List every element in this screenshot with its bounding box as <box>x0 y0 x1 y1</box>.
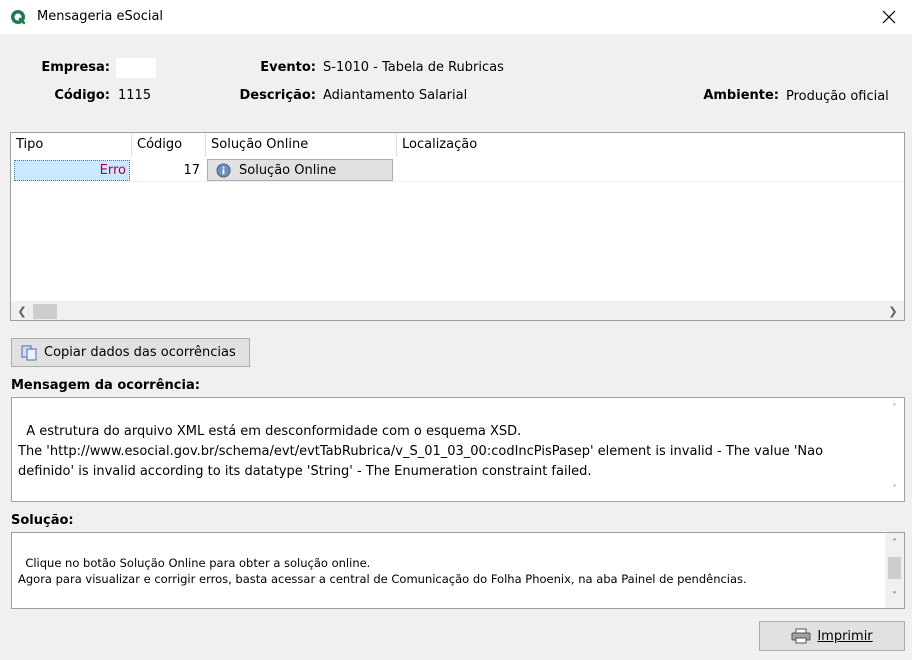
scroll-right-icon[interactable]: ❯ <box>885 304 901 319</box>
window-title: Mensageria eSocial <box>37 9 164 24</box>
print-button-label: Imprimir <box>817 628 873 644</box>
scroll-up-icon[interactable]: ˄ <box>888 537 901 551</box>
scroll-up-icon[interactable]: ˄ <box>888 402 901 416</box>
cell-tipo[interactable]: Erro <box>14 160 130 181</box>
copy-button-label: Copiar dados das ocorrências <box>44 345 236 360</box>
ambiente-value: Produção oficial <box>786 89 889 104</box>
empresa-label: Empresa: <box>41 60 110 75</box>
evento-label: Evento: <box>260 60 316 75</box>
copy-icon <box>21 345 37 360</box>
copy-occurrences-button[interactable]: Copiar dados das ocorrências <box>11 338 250 367</box>
column-header-codigo[interactable]: Código <box>132 133 206 157</box>
close-icon <box>882 10 896 24</box>
title-bar: Mensageria eSocial <box>0 0 912 34</box>
column-header-localizacao[interactable]: Localização <box>397 133 904 157</box>
evento-value: S-1010 - Tabela de Rubricas <box>323 60 504 75</box>
ambiente-label: Ambiente: <box>703 88 779 103</box>
mensagem-vertical-scrollbar[interactable]: ˄ ˅ <box>885 398 904 501</box>
info-icon <box>216 162 231 178</box>
descricao-value: Adiantamento Salarial <box>323 88 468 103</box>
scroll-thumb[interactable] <box>888 557 901 579</box>
occurrences-grid[interactable]: Tipo Código Solução Online Localização E… <box>10 132 905 321</box>
column-header-tipo[interactable]: Tipo <box>11 133 132 157</box>
cell-codigo[interactable]: 17 <box>132 160 204 181</box>
solucao-online-button-label: Solução Online <box>239 162 337 178</box>
print-button[interactable]: Imprimir <box>759 621 905 651</box>
grid-header: Tipo Código Solução Online Localização <box>11 133 904 157</box>
scroll-thumb[interactable] <box>33 304 57 319</box>
scroll-left-icon[interactable]: ❮ <box>14 304 30 319</box>
mensagem-label: Mensagem da ocorrência: <box>11 378 200 393</box>
scroll-down-icon[interactable]: ˅ <box>888 483 901 497</box>
mensagem-text: A estrutura do arquivo XML está em desco… <box>18 424 824 479</box>
esocial-app-icon <box>11 10 26 25</box>
printer-icon <box>791 628 811 644</box>
codigo-value: 1115 <box>118 88 152 103</box>
solucao-online-button[interactable]: Solução Online <box>207 159 393 181</box>
solucao-vertical-scrollbar[interactable]: ˄ ˅ <box>885 533 904 608</box>
empresa-value <box>116 58 156 78</box>
scroll-down-icon[interactable]: ˅ <box>888 590 901 604</box>
column-header-solucao-online[interactable]: Solução Online <box>206 133 397 157</box>
mensagem-textarea[interactable]: A estrutura do arquivo XML está em desco… <box>11 397 905 502</box>
descricao-label: Descrição: <box>239 88 316 103</box>
close-button[interactable] <box>866 0 912 34</box>
solucao-text: Clique no botão Solução Online para obte… <box>18 556 747 586</box>
codigo-label: Código: <box>54 88 110 103</box>
solucao-label: Solução: <box>11 513 74 528</box>
horizontal-scrollbar[interactable]: ❮ ❯ <box>11 301 904 320</box>
solucao-textarea[interactable]: Clique no botão Solução Online para obte… <box>11 532 905 609</box>
table-row[interactable]: Erro 17 Solução Online <box>11 158 904 182</box>
